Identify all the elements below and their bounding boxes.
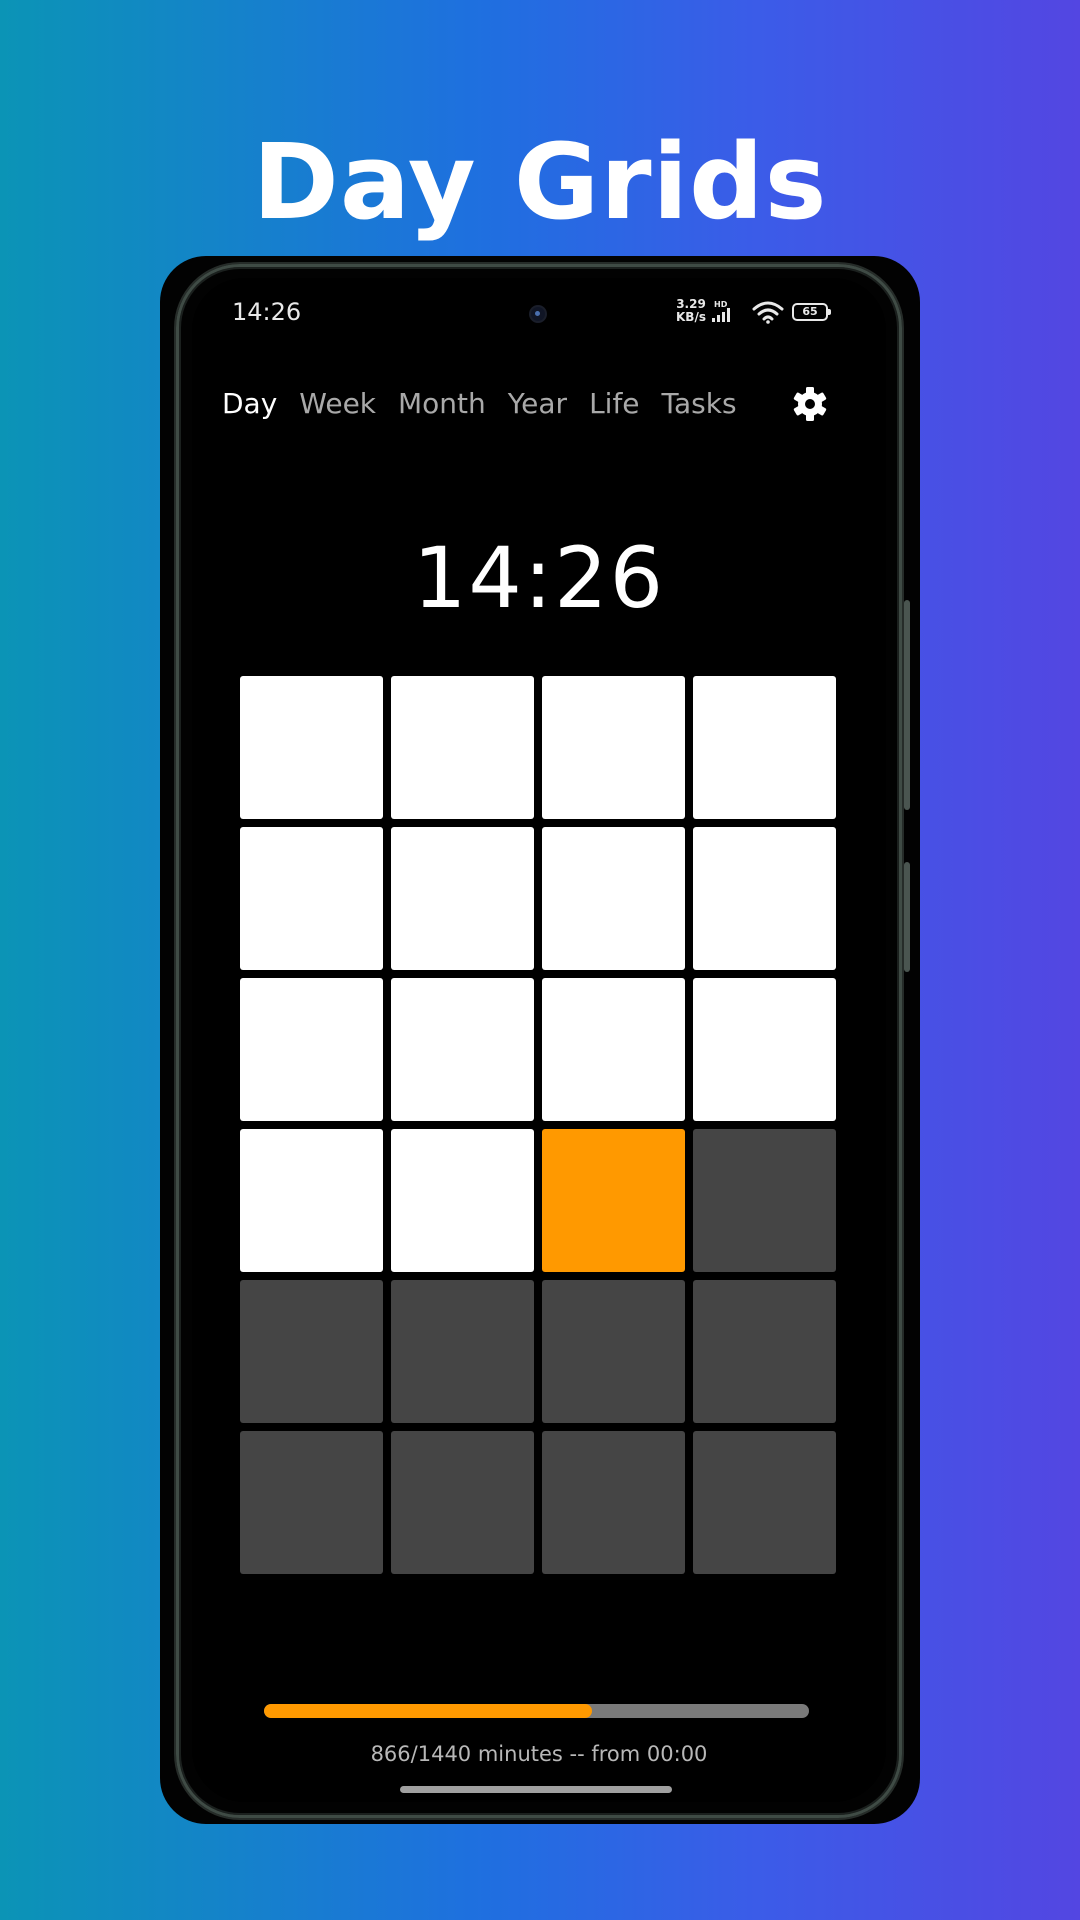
grid-cell-future (693, 1280, 836, 1423)
view-tabs: Day Week Month Year Life Tasks (222, 378, 759, 428)
promo-headline: Day Grids (252, 121, 828, 243)
tab-life[interactable]: Life (589, 387, 639, 420)
battery-icon: 65 (792, 303, 831, 321)
grid-cell-done (542, 827, 685, 970)
grid-cell-done (542, 676, 685, 819)
grid-cell-done (693, 676, 836, 819)
tab-year[interactable]: Year (508, 387, 567, 420)
network-speed-unit: KB/s (676, 310, 706, 324)
tab-month[interactable]: Month (398, 387, 486, 420)
power-key (904, 862, 910, 972)
grid-cell-future (693, 1129, 836, 1272)
current-time-display: 14:26 (412, 529, 666, 627)
tab-tasks[interactable]: Tasks (662, 387, 737, 420)
front-camera (531, 307, 545, 321)
grid-cell-done (693, 978, 836, 1121)
day-progress-bar (264, 1704, 809, 1718)
tab-day[interactable]: Day (222, 387, 277, 420)
grid-cell-done (391, 676, 534, 819)
status-time: 14:26 (232, 298, 302, 326)
grid-cell-future (240, 1280, 383, 1423)
grid-cell-done (391, 827, 534, 970)
grid-cell-done (240, 676, 383, 819)
status-bar: 14:26 3.29 KB/s HD 65 (192, 278, 886, 348)
day-grid (240, 676, 838, 1574)
grid-cell-done (240, 827, 383, 970)
grid-cell-done (542, 978, 685, 1121)
grid-cell-future (693, 1431, 836, 1574)
grid-cell-future (391, 1280, 534, 1423)
volume-key (904, 600, 910, 810)
day-progress-fill (264, 1704, 592, 1718)
grid-cell-done (240, 1129, 383, 1272)
day-progress-label: 866/1440 minutes -- from 00:00 (370, 1742, 708, 1766)
home-indicator[interactable] (400, 1786, 672, 1793)
grid-cell-future (391, 1431, 534, 1574)
phone-screen: 14:26 3.29 KB/s HD 65 Day Week Month Year Li… (192, 278, 886, 1802)
grid-cell-current (542, 1129, 685, 1272)
grid-cell-future (240, 1431, 383, 1574)
network-speed: 3.29 KB/s (676, 298, 706, 324)
wifi-icon (752, 300, 784, 328)
grid-cell-future (542, 1431, 685, 1574)
grid-cell-future (542, 1280, 685, 1423)
tab-week[interactable]: Week (299, 387, 376, 420)
grid-cell-done (240, 978, 383, 1121)
gear-icon[interactable] (790, 384, 830, 424)
grid-cell-done (391, 978, 534, 1121)
grid-cell-done (391, 1129, 534, 1272)
cell-signal-icon (712, 308, 730, 322)
grid-cell-done (693, 827, 836, 970)
